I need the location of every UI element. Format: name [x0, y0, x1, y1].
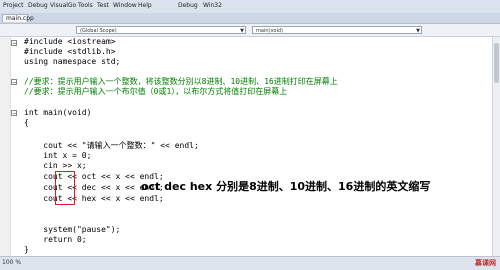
menu-bar: Project Debug VisualGo Tools Test Window…	[0, 0, 500, 14]
code-line: int main(void)	[24, 108, 92, 117]
code-line: cout << hex << x << endl;	[24, 194, 164, 203]
chevron-down-icon: ▼	[240, 28, 244, 34]
code-comment: //要求：提示用户输入一个布尔值（0或1），以布尔方式将值打印在屏幕上	[24, 87, 288, 96]
menu-tools[interactable]: Tools	[78, 1, 93, 11]
watermark-logo: 慕课网	[475, 259, 496, 267]
member-dropdown[interactable]: main(void) ▼	[252, 26, 422, 34]
editor-margin	[0, 37, 11, 256]
code-line: #include <stdlib.h>	[24, 47, 116, 56]
chevron-down-icon: ▼	[416, 28, 420, 34]
code-line: }	[24, 245, 29, 254]
platform-win32[interactable]: Win32	[203, 1, 222, 11]
highlight-box	[55, 171, 75, 205]
code-line: system("pause");	[24, 225, 121, 234]
tab-main-cpp[interactable]: main.cpp	[2, 14, 34, 22]
code-line: #include <iostream>	[24, 37, 116, 46]
collapse-icon[interactable]: −	[11, 40, 17, 47]
code-line: using namespace std;	[24, 57, 121, 66]
code-comment: //要求：提示用户输入一个整数，将该整数分别以8进制、10进制、16进制打印在屏…	[24, 77, 338, 86]
collapse-icon[interactable]: −	[11, 110, 17, 117]
menu-window[interactable]: Window	[113, 1, 137, 11]
code-editor[interactable]: − − − #include <iostream> #include <stdl…	[0, 37, 500, 256]
zoom-level[interactable]: 100 %	[2, 259, 21, 266]
code-line: cout << "请输入一个整数：" << endl;	[24, 141, 199, 150]
collapse-icon[interactable]: −	[11, 79, 17, 86]
scope-dropdown[interactable]: (Global Scope) ▼	[76, 26, 246, 34]
code-line: int x = 0;	[24, 151, 92, 160]
navigation-bar: (Global Scope) ▼ main(void) ▼	[0, 24, 500, 37]
menu-debug[interactable]: Debug	[28, 1, 48, 11]
code-line: cin >> x;	[24, 161, 87, 170]
menu-visualgo[interactable]: VisualGo	[50, 1, 76, 11]
vertical-scrollbar[interactable]	[492, 37, 500, 256]
annotation-text: oct dec hex 分别是8进制、10进制、16进制的英文缩写	[141, 180, 431, 193]
scrollbar-thumb[interactable]	[494, 43, 499, 83]
menu-project[interactable]: Project	[3, 1, 24, 11]
tab-bar: main.cpp	[0, 13, 500, 24]
scope-dropdown-label: (Global Scope)	[80, 28, 117, 34]
menu-test[interactable]: Test	[97, 1, 109, 11]
code-line: {	[24, 118, 29, 127]
member-dropdown-label: main(void)	[256, 28, 283, 34]
code-line: return 0;	[24, 235, 87, 244]
config-debug[interactable]: Debug	[178, 1, 198, 11]
status-bar: 100 % 慕课网	[0, 256, 500, 270]
menu-help[interactable]: Help	[138, 1, 152, 11]
